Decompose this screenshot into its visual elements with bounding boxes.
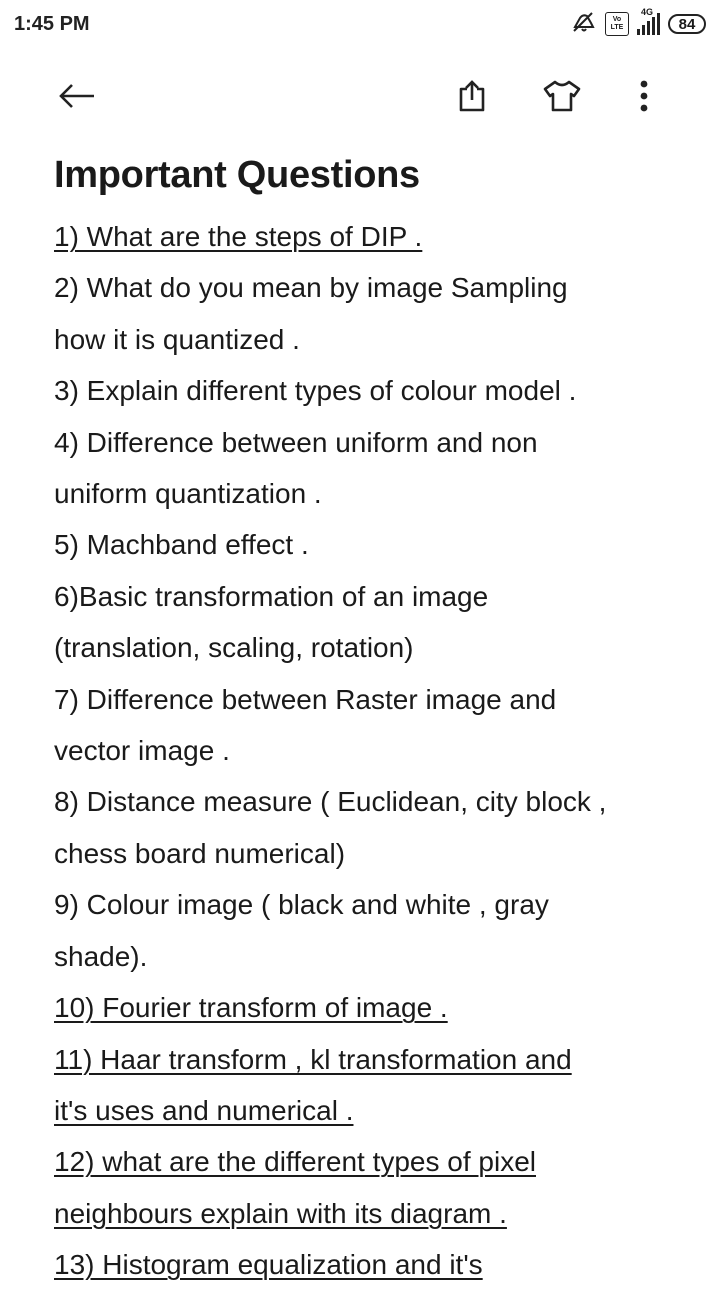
note-line[interactable]: how it is quantized . [54, 314, 694, 365]
volte-icon: Vo LTE [605, 12, 629, 36]
note-body[interactable]: 1) What are the steps of DIP . 2) What do… [54, 211, 694, 1291]
note-line[interactable]: neighbours explain with its diagram . [54, 1188, 694, 1239]
status-icons: Vo LTE 4G 84 [571, 7, 706, 38]
note-line[interactable]: vector image . [54, 725, 694, 776]
note-line[interactable]: 12) what are the different types of pixe… [54, 1136, 694, 1187]
volte-top-text: Vo [612, 16, 622, 23]
note-line[interactable]: 11) Haar transform , kl transformation a… [54, 1034, 694, 1085]
note-line[interactable]: 4) Difference between uniform and non [54, 417, 694, 468]
status-time: 1:45 PM [14, 12, 90, 35]
note-line[interactable]: 6)Basic transformation of an image [54, 571, 694, 622]
battery-indicator: 84 [668, 14, 706, 34]
note-line[interactable]: 9) Colour image ( black and white , gray [54, 879, 694, 930]
note-toolbar [0, 62, 720, 134]
volte-bottom-text: LTE [610, 24, 624, 31]
note-line[interactable]: uniform quantization . [54, 468, 694, 519]
note-line[interactable]: 2) What do you mean by image Sampling [54, 262, 694, 313]
network-type: 4G [641, 7, 654, 17]
note-line[interactable]: 5) Machband effect . [54, 519, 694, 570]
arrow-left-icon [56, 80, 96, 117]
note-line[interactable]: 10) Fourier transform of image . [54, 982, 694, 1033]
note-line[interactable]: chess board numerical) [54, 828, 694, 879]
alarm-off-icon [571, 11, 597, 38]
note-line[interactable]: 1) What are the steps of DIP . [54, 211, 694, 262]
theme-button[interactable] [538, 74, 586, 122]
note-content[interactable]: Important Questions 1) What are the step… [54, 148, 694, 1291]
back-button[interactable] [52, 74, 100, 122]
note-line[interactable]: 8) Distance measure ( Euclidean, city bl… [54, 776, 694, 827]
shirt-icon [542, 78, 582, 119]
status-bar: 1:45 PM Vo LTE 4G 84 [0, 0, 720, 48]
note-line[interactable]: (translation, scaling, rotation) [54, 622, 694, 673]
note-line[interactable]: shade). [54, 931, 694, 982]
note-line[interactable]: it's uses and numerical . [54, 1085, 694, 1136]
more-options-button[interactable] [620, 74, 668, 122]
note-line[interactable]: 7) Difference between Raster image and [54, 674, 694, 725]
signal-icon: 4G [637, 7, 660, 35]
share-button[interactable] [448, 74, 496, 122]
more-vert-icon [638, 78, 650, 119]
note-line[interactable]: 3) Explain different types of colour mod… [54, 365, 694, 416]
note-line[interactable]: 13) Histogram equalization and it's [54, 1239, 694, 1290]
share-icon [454, 78, 490, 119]
note-title[interactable]: Important Questions [54, 154, 694, 197]
